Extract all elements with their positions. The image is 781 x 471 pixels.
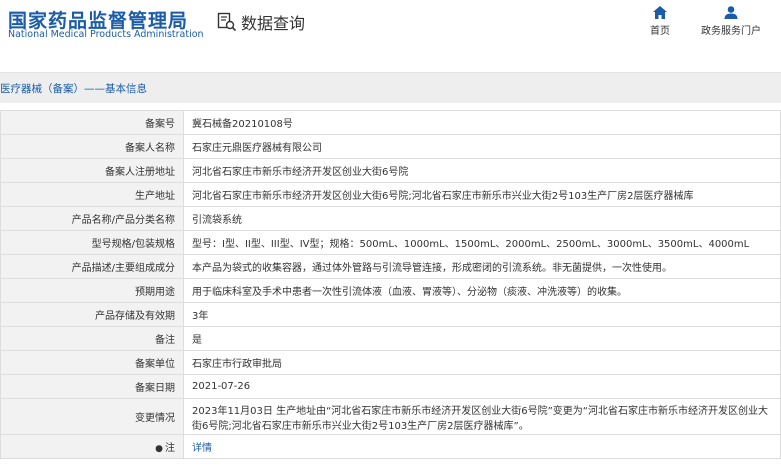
row-value: 河北省石家庄市新乐市经济开发区创业大街6号院 xyxy=(183,158,781,183)
nav-home-label[interactable]: 首页 xyxy=(650,22,670,37)
data-search-icon xyxy=(217,12,237,32)
nav-portal-label[interactable]: 政务服务门户 xyxy=(701,22,761,37)
row-label: 产品名称/产品分类名称 xyxy=(0,206,184,231)
row-value: 本产品为袋式的收集容器，通过体外管路与引流导管连接，形成密闭的引流系统。非无菌提… xyxy=(183,254,781,279)
row-label: 型号规格/包装规格 xyxy=(0,230,184,255)
row-label: 备案人名称 xyxy=(0,134,184,159)
table-row: 备案人名称 石家庄元鼎医疗器械有限公司 xyxy=(0,134,781,159)
table-row: 备案号 冀石械备20210108号 xyxy=(0,110,781,135)
row-label: 产品描述/主要组成成分 xyxy=(0,254,184,279)
row-value: 引流袋系统 xyxy=(183,206,781,231)
site-header: 国家药品监督管理局 National Medical Products Admi… xyxy=(0,0,781,66)
data-query-label: 数据查询 xyxy=(241,14,306,33)
row-value: 3年 xyxy=(183,302,781,327)
row-value: 石家庄元鼎医疗器械有限公司 xyxy=(183,134,781,159)
table-row: 产品存储及有效期 3年 xyxy=(0,302,781,327)
row-label: 变更情况 xyxy=(0,398,184,435)
row-label-text: 注 xyxy=(165,443,175,454)
detail-table: 备案号 冀石械备20210108号 备案人名称 石家庄元鼎医疗器械有限公司 备案… xyxy=(0,110,781,459)
breadcrumb: 医疗器械（备案）——基本信息 xyxy=(0,83,147,95)
details-link[interactable]: 详情 xyxy=(192,443,212,454)
row-label: 备注 xyxy=(0,326,184,351)
table-row: 备案日期 2021-07-26 xyxy=(0,374,781,399)
row-value: 是 xyxy=(183,326,781,351)
row-value: 用于临床科室及手术中患者一次性引流体液（血液、胃液等）、分泌物（痰液、冲洗液等）… xyxy=(183,278,781,303)
nav-home[interactable]: 首页 xyxy=(650,6,670,37)
row-label: 预期用途 xyxy=(0,278,184,303)
row-label-note: ● 注 xyxy=(0,434,184,459)
row-label: 备案单位 xyxy=(0,350,184,375)
table-row: 预期用途 用于临床科室及手术中患者一次性引流体液（血液、胃液等）、分泌物（痰液、… xyxy=(0,278,781,303)
row-label: 备案号 xyxy=(0,110,184,135)
data-query-title: 数据查询 xyxy=(217,10,305,34)
breadcrumb-bar: 医疗器械（备案）——基本信息 xyxy=(0,72,781,103)
table-row: 备注 是 xyxy=(0,326,781,351)
row-value: 河北省石家庄市新乐市经济开发区创业大街6号院;河北省石家庄市新乐市兴业大街2号1… xyxy=(183,182,781,207)
home-icon xyxy=(653,6,667,19)
row-value: 2021-07-26 xyxy=(183,374,781,399)
table-row: 备案单位 石家庄市行政审批局 xyxy=(0,350,781,375)
table-row: 变更情况 2023年11月03日 生产地址由“河北省石家庄市新乐市经济开发区创业… xyxy=(0,398,781,435)
nav-service-portal[interactable]: 政务服务门户 xyxy=(701,6,761,37)
table-row: 产品描述/主要组成成分 本产品为袋式的收集容器，通过体外管路与引流导管连接，形成… xyxy=(0,254,781,279)
row-value: 石家庄市行政审批局 xyxy=(183,350,781,375)
table-row: 产品名称/产品分类名称 引流袋系统 xyxy=(0,206,781,231)
table-row: ● 注 详情 xyxy=(0,434,781,459)
table-row: 型号规格/包装规格 型号：I型、II型、III型、IV型；规格：500mL、10… xyxy=(0,230,781,255)
user-icon xyxy=(724,6,738,19)
note-icon: ● xyxy=(155,444,163,454)
logo-title-en[interactable]: National Medical Products Administration xyxy=(8,29,204,40)
row-value: 型号：I型、II型、III型、IV型；规格：500mL、1000mL、1500m… xyxy=(183,230,781,255)
row-label: 生产地址 xyxy=(0,182,184,207)
row-label: 备案人注册地址 xyxy=(0,158,184,183)
table-row: 备案人注册地址 河北省石家庄市新乐市经济开发区创业大街6号院 xyxy=(0,158,781,183)
row-label: 备案日期 xyxy=(0,374,184,399)
table-row: 生产地址 河北省石家庄市新乐市经济开发区创业大街6号院;河北省石家庄市新乐市兴业… xyxy=(0,182,781,207)
row-value: 2023年11月03日 生产地址由“河北省石家庄市新乐市经济开发区创业大街6号院… xyxy=(183,398,781,435)
row-value: 冀石械备20210108号 xyxy=(183,110,781,135)
row-value: 详情 xyxy=(183,434,781,459)
row-label: 产品存储及有效期 xyxy=(0,302,184,327)
